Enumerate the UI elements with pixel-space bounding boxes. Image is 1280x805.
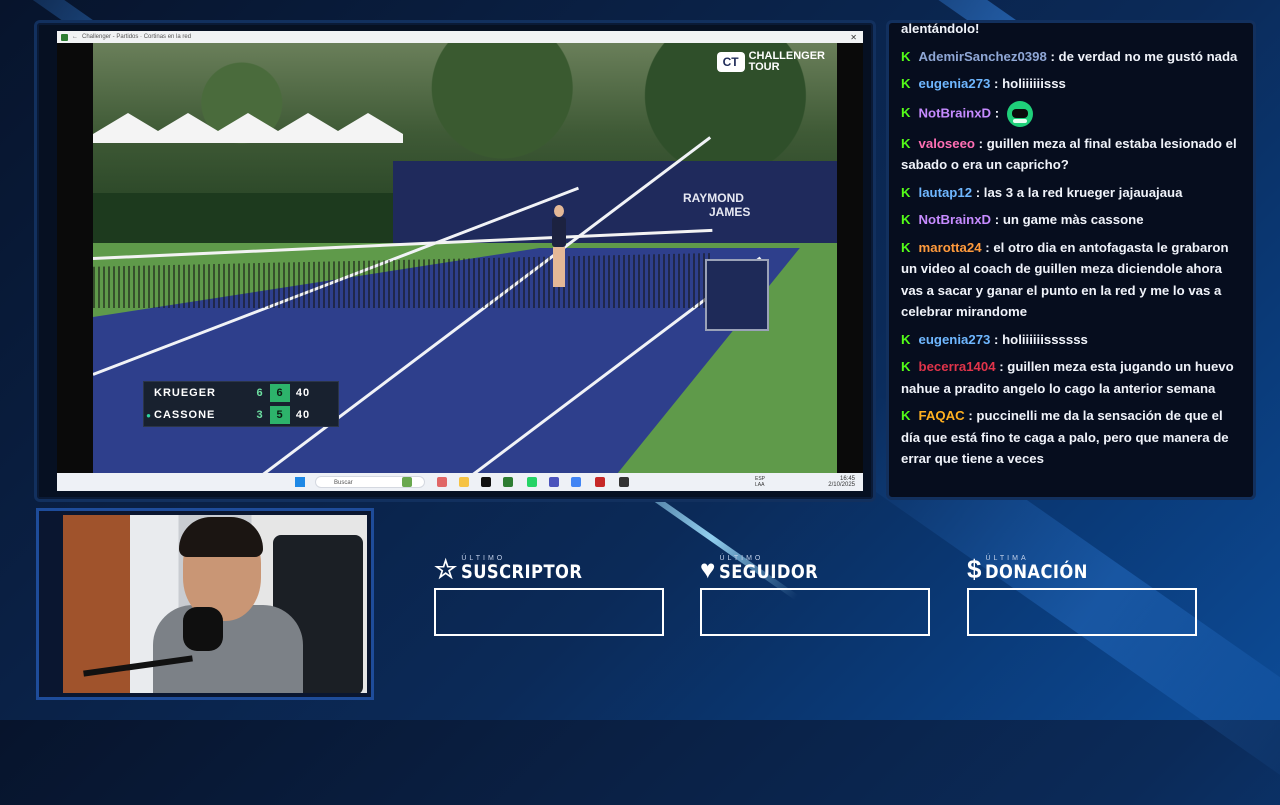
chat-username[interactable]: FAQAC [919, 408, 965, 423]
webcam-feed [63, 515, 367, 693]
tennis-player [548, 203, 568, 293]
chat-username[interactable]: eugenia273 [919, 332, 991, 347]
kick-icon: K [901, 184, 911, 200]
chrome-icon[interactable] [571, 477, 581, 487]
chat-message: Kvaloseeo : guillen meza al final estaba… [901, 135, 1237, 173]
player-points: 40 [295, 387, 311, 399]
kick-icon: K [901, 359, 911, 374]
spreadsheet-app-icon[interactable] [503, 477, 513, 487]
browser-app-icon [61, 33, 68, 41]
player-game-score: 6 [270, 384, 290, 402]
goal-value-box [967, 588, 1197, 636]
wall-sponsor-text-1: RAYMOND [683, 191, 744, 205]
kick-icon: K [901, 135, 911, 151]
screen-capture-frame: ← Challenger - Partidos · Cortinas en la… [34, 20, 876, 502]
brand-line-2: TOUR [748, 61, 780, 73]
obs-icon[interactable] [619, 477, 629, 487]
chat-message-text: las 3 a la red krueger jajauajaua [983, 184, 1183, 200]
input-language[interactable]: ESP LAA [755, 476, 765, 488]
last-donation-widget: $ ÚLTIMA DONACIÓN [967, 552, 1197, 636]
chat-username[interactable]: becerra1404 [919, 359, 996, 374]
player-name: KRUEGER [154, 387, 217, 399]
chat-username[interactable]: NotBrainxD [919, 212, 992, 227]
chat-username[interactable]: valoseeo [919, 136, 975, 151]
kick-icon: K [901, 239, 911, 255]
last-subscriber-widget: ☆ ÚLTIMO SUSCRIPTOR [434, 552, 664, 636]
challenger-logo-mark: CT [716, 52, 745, 72]
teams-icon[interactable] [549, 477, 559, 487]
goal-title: SEGUIDOR [719, 561, 819, 583]
kick-icon: K [901, 331, 911, 347]
microphone [183, 607, 223, 651]
browser-back-icon[interactable]: ← [72, 34, 78, 40]
chat-username[interactable]: AdemirSanchez0398 [919, 49, 1047, 64]
media-app-icon[interactable] [595, 477, 605, 487]
player-game-score: 5 [270, 406, 290, 424]
score-row: KRUEGER 6 6 40 [144, 382, 338, 404]
challenger-court-sign [705, 259, 769, 331]
chat-message: Keugenia273 : holiiiiiissssss [901, 331, 1088, 347]
goal-value-box [700, 588, 930, 636]
chat-message-text: un game màs cassone [1002, 212, 1144, 227]
webcam-frame [36, 508, 374, 700]
chat-panel: alentándolo! K AdemirSanchez0398 : de ver… [886, 20, 1256, 500]
chat-message: Klautap12 : las 3 a la red krueger jajau… [901, 184, 1183, 200]
player-points: 40 [295, 409, 311, 421]
chat-username[interactable]: lautap12 [919, 185, 973, 200]
chat-message: K NotBrainxD : un game màs cassone [901, 212, 1144, 227]
wall-sponsor-text-2: JAMES [709, 205, 751, 219]
streamer-hair [179, 517, 263, 557]
chat-message: alentándolo! [889, 21, 1253, 43]
kick-icon: K [901, 48, 911, 64]
star-icon: ☆ [434, 554, 458, 584]
scoreboard: KRUEGER 6 6 40 ● CASSONE 3 5 40 [143, 381, 339, 427]
chat-message: Keugenia273 : holiiiiiisss [901, 76, 1066, 91]
kick-icon: K [901, 212, 911, 227]
chat-message: Kmarotta24 : el otro dia en antofagasta … [901, 239, 1229, 320]
tiktok-icon[interactable] [481, 477, 491, 487]
kick-icon: K [901, 104, 911, 120]
chat-message: K AdemirSanchez0398 : de verdad no me gus… [901, 48, 1238, 64]
chat-messages: alentándolo! K AdemirSanchez0398 : de ver… [889, 21, 1253, 473]
language-layout: LAA [755, 482, 765, 488]
chat-username[interactable]: marotta24 [919, 240, 982, 255]
serve-indicator: ● [146, 410, 152, 420]
kick-icon: K [901, 408, 911, 423]
close-icon[interactable]: ✕ [850, 33, 857, 42]
chat-message-text: de verdad no me gustó nada [1058, 48, 1238, 64]
goal-title: DONACIÓN [985, 561, 1089, 583]
goal-value-box [434, 588, 664, 636]
chat-username[interactable]: NotBrainxD [919, 105, 992, 120]
chat-message-text: holiiiiiisss [1002, 76, 1066, 91]
chat-message: K FAQAC : puccinelli me da la sensación d… [901, 408, 1229, 466]
score-row: ● CASSONE 3 5 40 [144, 404, 338, 426]
chat-message: K NotBrainxD : [889, 98, 1253, 130]
screen-capture: ← Challenger - Partidos · Cortinas en la… [57, 31, 863, 491]
goal-title: SUSCRIPTOR [461, 561, 583, 583]
dollar-icon: $ [967, 554, 982, 584]
browser-title: Challenger - Partidos · Cortinas en la r… [82, 34, 192, 40]
clock-date: 2/10/2025 [828, 482, 855, 488]
challenger-tour-logo: CT CHALLENGER TOUR [716, 51, 825, 73]
chat-message: Kbecerra1404 : guillen meza esta jugando… [901, 359, 1234, 396]
kick-icon: K [901, 76, 911, 91]
heart-icon: ♥ [700, 554, 716, 584]
chat-message-text: holiiiiiissssss [1002, 331, 1088, 347]
chat-username[interactable]: eugenia273 [919, 76, 991, 91]
taskbar-clock[interactable]: 16:45 2/10/2025 [828, 476, 855, 488]
windows-taskbar: Buscar ESP LAA 16:45 2/10/2025 [57, 473, 863, 491]
last-follower-widget: ♥ ÚLTIMO SEGUIDOR [700, 552, 930, 636]
game-app-icon[interactable] [402, 477, 412, 487]
player-set-score: 6 [256, 387, 264, 399]
browser-title-bar: ← Challenger - Partidos · Cortinas en la… [57, 31, 863, 43]
windows-start-icon[interactable] [295, 477, 305, 487]
tennis-video[interactable]: RAYMOND JAMES CT CHALLENGER TOUR KRUEGER… [93, 43, 837, 473]
green-emote-icon [1006, 100, 1033, 127]
chat-message-text: alentándolo! [901, 21, 980, 36]
player-name: CASSONE [154, 409, 216, 421]
copilot-icon[interactable] [437, 477, 447, 487]
player-set-score: 3 [256, 409, 264, 421]
file-explorer-icon[interactable] [459, 477, 469, 487]
whatsapp-icon[interactable] [527, 477, 537, 487]
